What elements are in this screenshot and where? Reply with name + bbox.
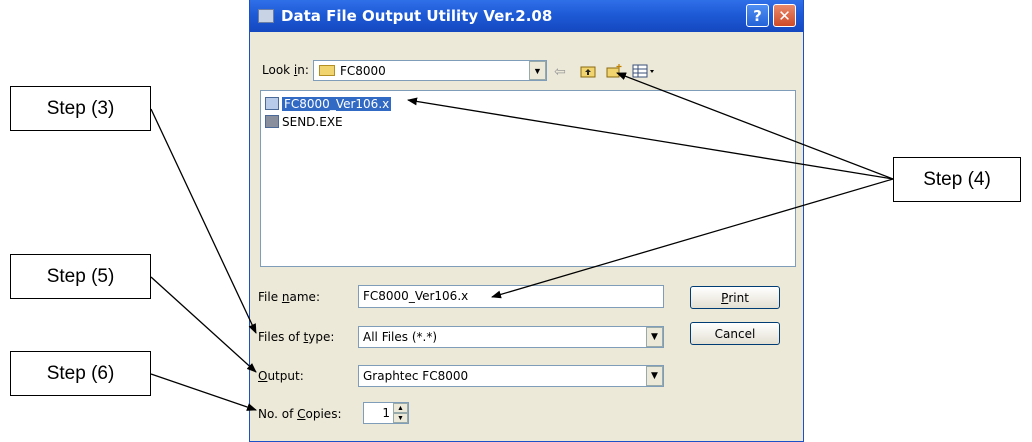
file-output-dialog: Data File Output Utility Ver.2.08 ? ✕ Lo… xyxy=(249,0,804,442)
callout-step-4: Step (4) xyxy=(893,157,1021,202)
spin-down-icon[interactable]: ▼ xyxy=(393,413,408,423)
executable-icon xyxy=(265,115,279,128)
files-of-type-dropdown[interactable]: All Files (*.*) ▼ xyxy=(358,326,664,348)
file-name: SEND.EXE xyxy=(282,114,343,129)
new-folder-icon[interactable] xyxy=(604,62,624,80)
callout-step-5: Step (5) xyxy=(10,254,151,299)
look-in-dropdown[interactable]: FC8000 ▼ xyxy=(313,60,547,81)
chevron-down-icon[interactable]: ▼ xyxy=(529,61,546,80)
view-menu-icon[interactable] xyxy=(630,62,658,80)
back-arrow-icon[interactable]: ⇦ xyxy=(550,62,570,80)
file-icon xyxy=(265,97,279,110)
file-item-send-exe[interactable]: SEND.EXE xyxy=(265,113,343,130)
arrow-step6 xyxy=(150,373,257,411)
dialog-title: Data File Output Utility Ver.2.08 xyxy=(281,7,553,25)
output-label: Output: xyxy=(258,369,304,383)
files-of-type-label: Files of type: xyxy=(258,330,335,344)
cancel-button[interactable]: Cancel xyxy=(690,322,780,345)
title-bar[interactable]: Data File Output Utility Ver.2.08 ? ✕ xyxy=(250,0,803,32)
close-button[interactable]: ✕ xyxy=(773,4,796,27)
file-item-fc8000[interactable]: FC8000_Ver106.x xyxy=(265,95,392,112)
file-name-label: File name: xyxy=(258,290,320,304)
arrow-step5 xyxy=(150,276,257,373)
folder-icon xyxy=(319,65,335,76)
chevron-down-icon[interactable]: ▼ xyxy=(646,327,663,347)
spin-up-icon[interactable]: ▲ xyxy=(393,403,408,413)
callout-step-6: Step (6) xyxy=(10,351,151,396)
up-folder-icon[interactable] xyxy=(578,62,598,80)
output-dropdown[interactable]: Graphtec FC8000 ▼ xyxy=(358,365,664,387)
file-toolbar: ⇦ xyxy=(550,62,670,81)
look-in-value: FC8000 xyxy=(340,64,386,78)
app-icon xyxy=(258,9,274,23)
file-name-field[interactable]: FC8000_Ver106.x xyxy=(358,285,664,308)
copies-stepper[interactable]: 1 ▲ ▼ xyxy=(363,402,409,424)
copies-value: 1 xyxy=(382,406,390,420)
copies-label: No. of Copies: xyxy=(258,407,342,421)
callout-step-3: Step (3) xyxy=(10,86,151,131)
print-button[interactable]: Print xyxy=(690,286,780,309)
file-list[interactable]: FC8000_Ver106.x SEND.EXE xyxy=(260,90,796,267)
look-in-label: Look in: xyxy=(262,63,309,77)
file-name: FC8000_Ver106.x xyxy=(282,96,392,111)
help-button[interactable]: ? xyxy=(746,4,769,27)
chevron-down-icon[interactable]: ▼ xyxy=(646,366,663,386)
arrow-step3 xyxy=(150,108,257,334)
